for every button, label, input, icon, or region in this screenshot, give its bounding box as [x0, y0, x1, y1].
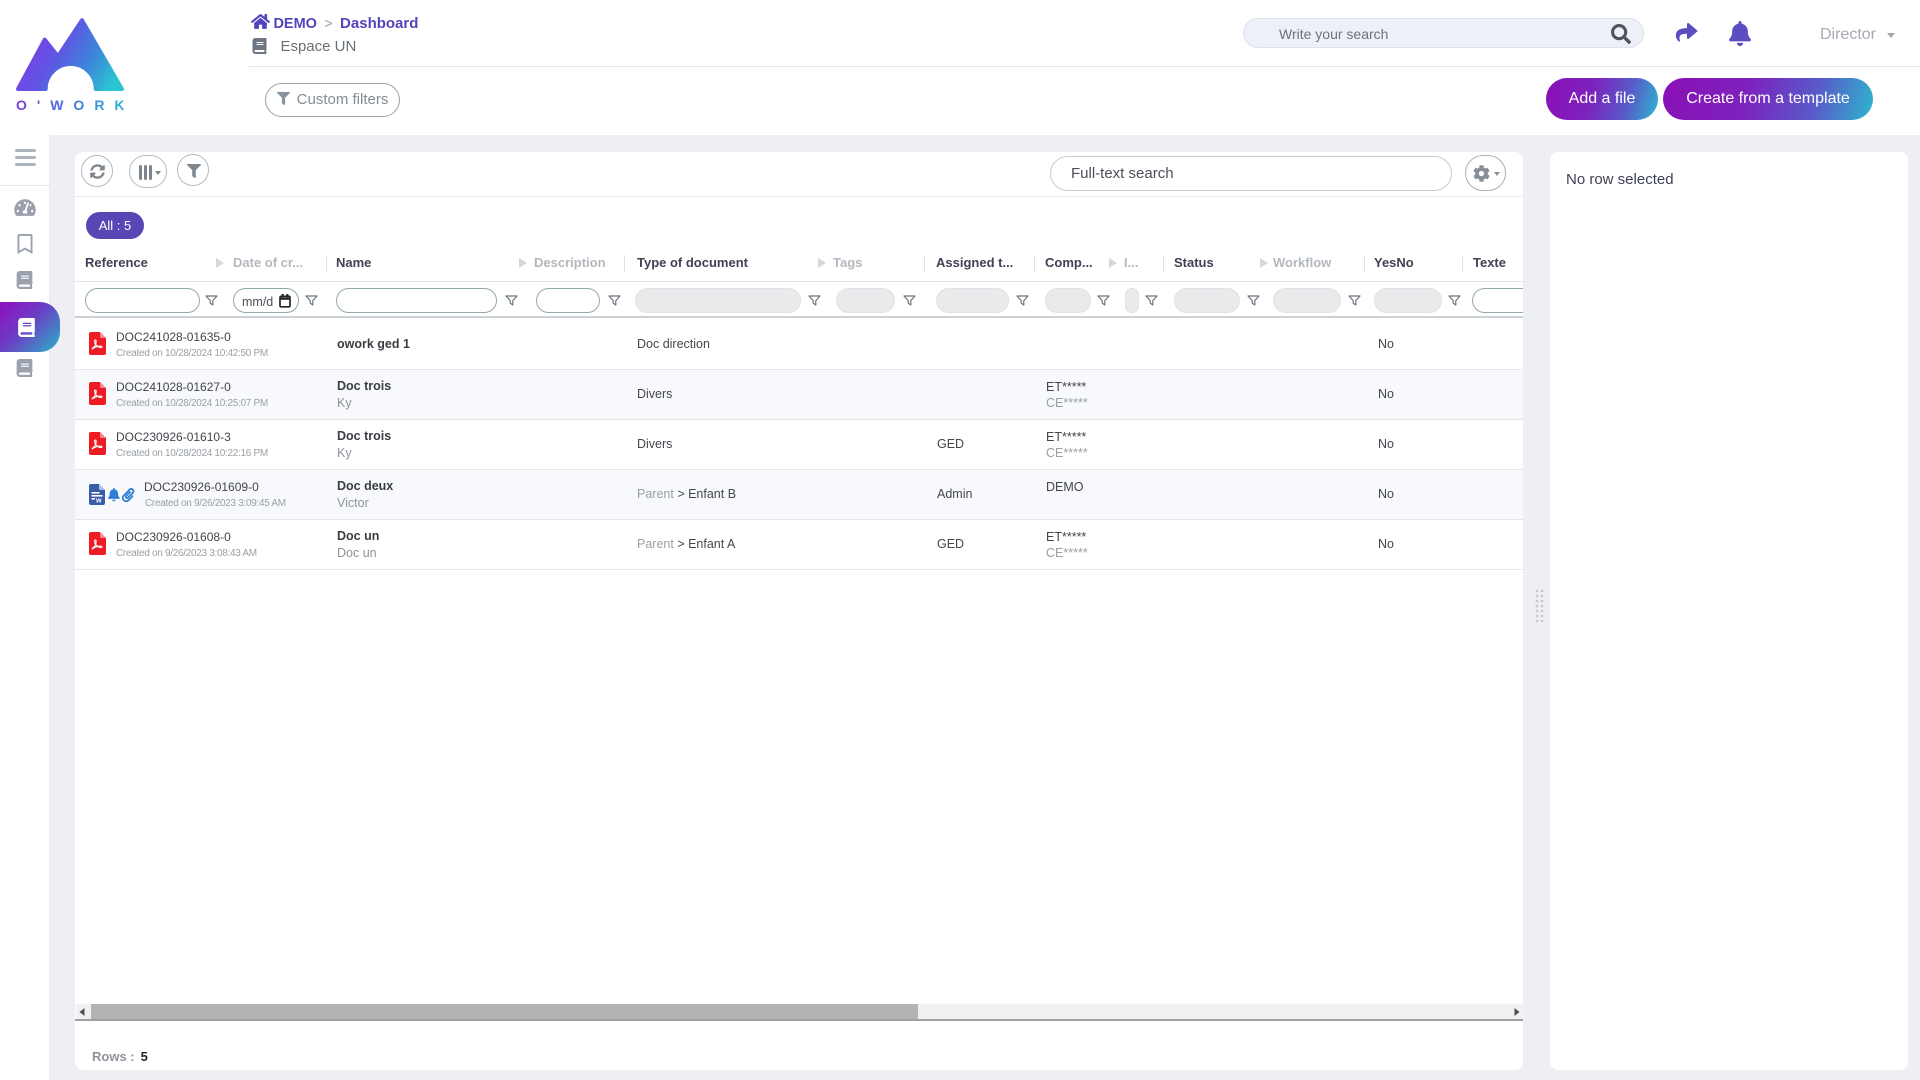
svg-text:O'WORK: O'WORK	[16, 97, 126, 112]
